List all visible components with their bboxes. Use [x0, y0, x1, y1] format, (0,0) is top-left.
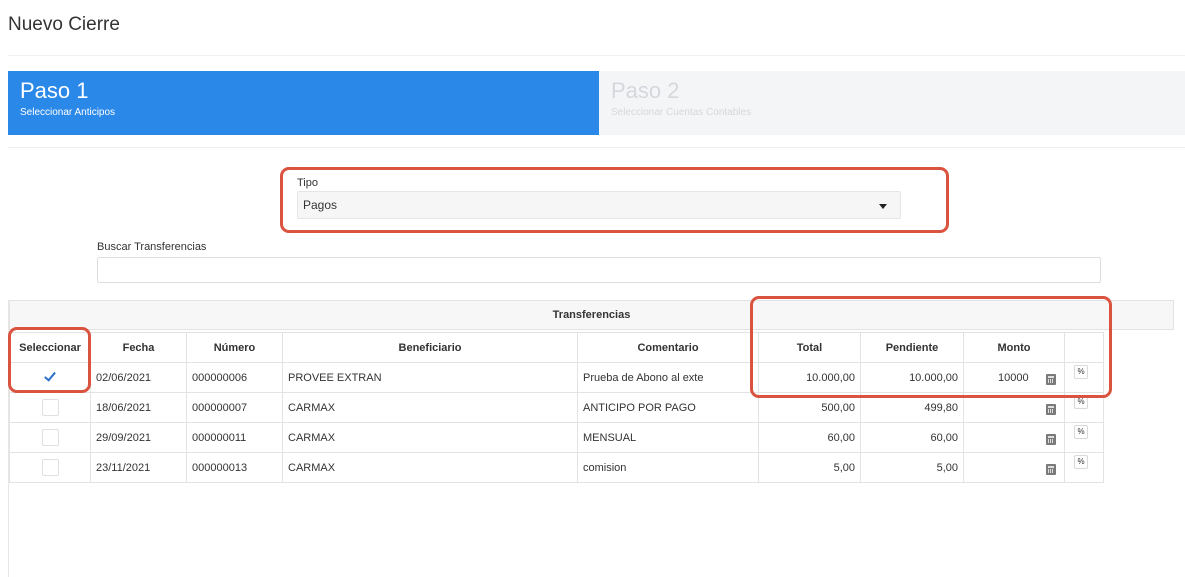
header-pendiente[interactable]: Pendiente	[860, 332, 964, 363]
row-checkbox[interactable]	[41, 399, 59, 416]
step-1-subtitle: Seleccionar Anticipos	[20, 107, 116, 118]
search-input[interactable]	[97, 257, 1101, 283]
row-checkbox[interactable]	[41, 369, 59, 386]
checkmark-icon	[43, 369, 56, 382]
monto-value: 10000	[998, 372, 1029, 384]
search-label: Buscar Transferencias	[97, 241, 207, 253]
total-cell: 10.000,00	[758, 362, 861, 393]
calculator-icon[interactable]	[1046, 374, 1056, 385]
table-row: 18/06/2021 000000007 CARMAX ANTICIPO POR…	[9, 392, 1104, 423]
header-actions	[1064, 332, 1104, 363]
action-cell: %	[1064, 452, 1104, 483]
link-icon[interactable]: %	[1074, 364, 1088, 379]
tipo-field-group: Tipo Pagos	[297, 177, 901, 219]
monto-cell[interactable]: 10000	[963, 362, 1065, 393]
calculator-icon[interactable]	[1046, 404, 1056, 415]
table-row: 02/06/2021 000000006 PROVEE EXTRAN Prueb…	[9, 362, 1104, 393]
beneficiario-cell: CARMAX	[282, 452, 578, 483]
step-1-title: Paso 1	[20, 78, 89, 103]
beneficiario-cell: CARMAX	[282, 392, 578, 423]
steps-divider	[8, 147, 1185, 148]
tipo-select[interactable]: Pagos	[297, 191, 901, 219]
grid-caption: Transferencias	[9, 300, 1174, 330]
comentario-cell: MENSUAL	[577, 422, 759, 453]
select-cell	[9, 422, 91, 453]
total-cell: 60,00	[758, 422, 861, 453]
search-field-group: Buscar Transferencias	[97, 241, 1101, 283]
header-comentario[interactable]: Comentario	[577, 332, 759, 363]
calculator-icon[interactable]	[1046, 464, 1056, 475]
page-title: Nuevo Cierre	[8, 14, 120, 35]
transfers-grid: Transferencias Seleccionar Fecha Número …	[8, 300, 1185, 577]
tipo-label: Tipo	[297, 177, 318, 189]
fecha-cell: 23/11/2021	[90, 452, 187, 483]
link-icon[interactable]: %	[1074, 454, 1088, 469]
step-2[interactable]: Paso 2 Seleccionar Cuentas Contables	[599, 71, 1185, 135]
select-cell	[9, 392, 91, 423]
fecha-cell: 02/06/2021	[90, 362, 187, 393]
calculator-icon[interactable]	[1046, 434, 1056, 445]
row-checkbox[interactable]	[41, 429, 59, 446]
monto-cell[interactable]	[963, 452, 1065, 483]
action-cell: %	[1064, 422, 1104, 453]
comentario-cell: ANTICIPO POR PAGO	[577, 392, 759, 423]
beneficiario-cell: PROVEE EXTRAN	[282, 362, 578, 393]
title-divider	[8, 55, 1185, 56]
pendiente-cell: 10.000,00	[860, 362, 964, 393]
numero-cell: 000000007	[186, 392, 283, 423]
fecha-cell: 18/06/2021	[90, 392, 187, 423]
step-2-subtitle: Seleccionar Cuentas Contables	[611, 107, 752, 118]
total-cell: 5,00	[758, 452, 861, 483]
select-cell	[9, 362, 91, 393]
action-cell: %	[1064, 362, 1104, 393]
monto-cell[interactable]	[963, 422, 1065, 453]
fecha-cell: 29/09/2021	[90, 422, 187, 453]
total-cell: 500,00	[758, 392, 861, 423]
pendiente-cell: 499,80	[860, 392, 964, 423]
transfers-table: Seleccionar Fecha Número Beneficiario Co…	[9, 332, 1104, 483]
header-total[interactable]: Total	[758, 332, 861, 363]
header-seleccionar[interactable]: Seleccionar	[9, 332, 91, 363]
link-icon[interactable]: %	[1074, 394, 1088, 409]
table-row: 29/09/2021 000000011 CARMAX MENSUAL 60,0…	[9, 422, 1104, 453]
pendiente-cell: 5,00	[860, 452, 964, 483]
pendiente-cell: 60,00	[860, 422, 964, 453]
step-2-title: Paso 2	[611, 78, 680, 103]
table-header-row: Seleccionar Fecha Número Beneficiario Co…	[9, 332, 1104, 363]
wizard-steps: Paso 1 Seleccionar Anticipos Paso 2 Sele…	[8, 71, 1185, 135]
table-row: 23/11/2021 000000013 CARMAX comision 5,0…	[9, 452, 1104, 483]
step-1[interactable]: Paso 1 Seleccionar Anticipos	[8, 71, 599, 135]
numero-cell: 000000011	[186, 422, 283, 453]
header-fecha[interactable]: Fecha	[90, 332, 187, 363]
numero-cell: 000000006	[186, 362, 283, 393]
beneficiario-cell: CARMAX	[282, 422, 578, 453]
header-monto[interactable]: Monto	[963, 332, 1065, 363]
action-cell: %	[1064, 392, 1104, 423]
select-cell	[9, 452, 91, 483]
header-beneficiario[interactable]: Beneficiario	[282, 332, 578, 363]
caret-down-icon	[879, 204, 887, 209]
tipo-selected-value: Pagos	[303, 198, 338, 212]
comentario-cell: Prueba de Abono al exte	[577, 362, 759, 393]
link-icon[interactable]: %	[1074, 424, 1088, 439]
row-checkbox[interactable]	[41, 459, 59, 476]
monto-cell[interactable]	[963, 392, 1065, 423]
comentario-cell: comision	[577, 452, 759, 483]
header-numero[interactable]: Número	[186, 332, 283, 363]
numero-cell: 000000013	[186, 452, 283, 483]
